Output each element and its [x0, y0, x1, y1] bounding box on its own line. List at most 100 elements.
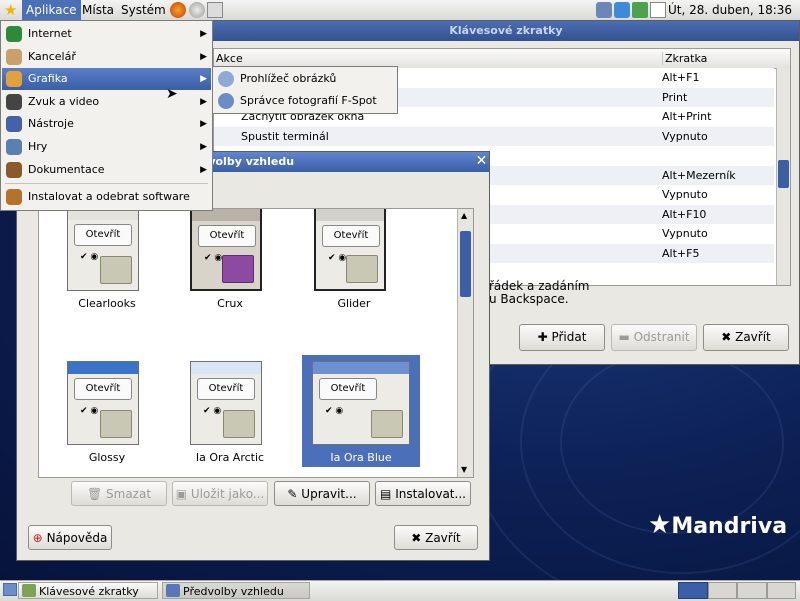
task-shortcuts[interactable]: Klávesové zkratky [18, 582, 158, 599]
graphics-submenu: Prohlížeč obrázků Správce fotografií F-Sp… [212, 66, 398, 114]
battery-icon[interactable] [632, 2, 648, 18]
task-appearance-label: Předvolby vzhledu [183, 585, 284, 598]
workspace-4[interactable] [766, 582, 796, 599]
submenu-arrow-icon: ▶ [200, 29, 207, 39]
theme-preview-open-button: Otevřít [197, 378, 255, 400]
help-icon: ⊕ [32, 531, 43, 545]
row-shortcut: Alt+F1 [662, 71, 700, 84]
add-shortcut-button[interactable]: ✚ Přidat [519, 324, 605, 351]
workspace-switcher[interactable] [678, 582, 796, 599]
workspace-1[interactable] [678, 582, 708, 599]
table-scrollbar[interactable] [776, 68, 790, 285]
office-icon [6, 48, 22, 65]
theme-name: Clearlooks [78, 297, 136, 310]
applications-menu: Internet ▶ Kancelář ▶ Grafika ▶ Zvuk a video ▶ N… [0, 20, 213, 211]
workspace-3[interactable] [737, 582, 767, 599]
install-theme-button[interactable]: ▤ Instalovat... [375, 481, 471, 506]
menu-item-grafika[interactable]: Grafika ▶ [2, 68, 211, 91]
trash-icon: 🗑 [86, 487, 103, 501]
notes-icon[interactable] [650, 2, 666, 18]
theme-item[interactable]: Otevřít ✔ ◉ Glider [306, 209, 402, 313]
column-header-shortcut[interactable]: Zkratka [662, 52, 707, 65]
menu-item-dokumentace[interactable]: Dokumentace ▶ [2, 159, 211, 181]
menu-item-zvuk-a-video[interactable]: Zvuk a video ▶ [2, 91, 211, 113]
folder-icon [371, 410, 403, 438]
globe-icon [6, 26, 22, 42]
firefox-launcher-icon[interactable] [170, 2, 186, 18]
theme-grid: Otevřít ✔ ◉ Clearlooks Otevřít ✔ ◉ Crux Otevří… [39, 209, 457, 477]
row-shortcut: Vypnuto [662, 129, 708, 143]
task-appearance[interactable]: Předvolby vzhledu [162, 582, 310, 599]
theme-item[interactable]: Otevřít ✔ ◉ Ia Ora Blue [302, 355, 420, 467]
theme-item[interactable]: Otevřít ✔ ◉ Ia Ora Arctic [182, 355, 278, 467]
row-shortcut: Alt+F5 [662, 246, 700, 260]
check-radio-icon: ✔ ◉ [80, 252, 99, 262]
menu-item-instalovat-a-odebrat-software[interactable]: Instalovat a odebrat software [2, 186, 211, 208]
network-launcher-icon[interactable] [189, 2, 205, 18]
appearance-icon [166, 584, 180, 597]
email-launcher-icon[interactable] [207, 2, 223, 18]
save-icon: ▣ [175, 487, 188, 501]
save-theme-as-button[interactable]: ▣ Uložit jako... [172, 481, 268, 506]
menu-item-label: Hry [28, 140, 48, 153]
table-row[interactable]: Spustit terminál Vypnuto [214, 126, 774, 146]
menu-item-label: Grafika [28, 72, 68, 86]
edit-theme-button[interactable]: ✎ Upravit... [274, 481, 370, 506]
theme-item[interactable]: Otevřít ✔ ◉ Clearlooks [59, 209, 155, 313]
theme-gallery: Otevřít ✔ ◉ Clearlooks Otevřít ✔ ◉ Crux Otevří… [38, 208, 474, 478]
menu-item-internet[interactable]: Internet ▶ [2, 23, 211, 45]
edit-theme-label: Upravit... [301, 487, 357, 501]
mandriva-logo-text: Mandriva [671, 514, 788, 539]
menu-places[interactable]: Místa [78, 0, 118, 20]
check-radio-icon: ✔ ◉ [204, 253, 223, 263]
help-button[interactable]: ⊕ Nápověda [28, 525, 112, 550]
clock[interactable]: Út, 28. duben, 18:36 [668, 3, 792, 17]
menu-item-kancel-[interactable]: Kancelář ▶ [2, 46, 211, 68]
row-shortcut: Alt+Mezerník [662, 168, 736, 182]
shortcuts-window-title: Klávesové zkratky [449, 24, 563, 37]
gallery-scroll-up-icon[interactable]: ▲ [461, 211, 467, 220]
theme-preview-open-button: Otevřít [198, 225, 256, 247]
menu-item-label: Internet [28, 27, 72, 40]
appearance-close-label: Zavřít [425, 531, 461, 545]
shortcuts-window-titlebar[interactable]: Klávesové zkratky [213, 21, 799, 41]
appearance-close-button[interactable]: ✖ Zavřít [394, 525, 478, 550]
column-header-action[interactable]: Akce [216, 52, 243, 65]
submenu-item-image-viewer[interactable]: Prohlížeč obrázků [214, 68, 396, 90]
scrollbar-thumb[interactable] [778, 160, 789, 188]
shortcuts-close-button[interactable]: ✖ Zavřít [703, 324, 789, 351]
menu-applications[interactable]: Aplikace [22, 0, 81, 20]
row-shortcut: Vypnuto [662, 188, 708, 201]
show-desktop-icon[interactable] [3, 583, 17, 596]
appearance-window: edvolby vzhledu ✕ Otevřít ✔ ◉ Clearlooks Ot… [16, 151, 490, 561]
gallery-scrollbar-thumb[interactable] [460, 231, 471, 297]
gallery-scrollbar[interactable]: ▲ ▼ [457, 209, 473, 477]
check-radio-icon: ✔ ◉ [203, 406, 222, 416]
submenu-arrow-icon: ▶ [200, 96, 207, 107]
row-shortcut: Alt+F10 [662, 207, 707, 221]
workspace-2[interactable] [707, 582, 737, 599]
theme-preview-titlebar [191, 362, 261, 374]
update-icon[interactable] [614, 2, 630, 18]
submenu-arrow-icon: ▶ [200, 51, 207, 62]
theme-preview-open-button: Otevřít [319, 378, 377, 400]
menu-item-n-stroje[interactable]: Nástroje ▶ [2, 113, 211, 135]
delete-theme-button[interactable]: 🗑 Smazat [71, 481, 167, 506]
theme-item[interactable]: Otevřít ✔ ◉ Glossy [59, 355, 155, 467]
theme-name: Ia Ora Arctic [195, 451, 265, 464]
theme-item[interactable]: Otevřít ✔ ◉ Crux [182, 209, 278, 313]
menu-item-hry[interactable]: Hry ▶ [2, 136, 211, 158]
shortcuts-hint-line2: u Backspace. [489, 292, 569, 306]
menu-system[interactable]: Systém [117, 0, 170, 20]
remove-shortcut-button[interactable]: ▬ Odstranit [611, 324, 697, 351]
submenu-item-f-spot[interactable]: Správce fotografií F-Spot [214, 90, 396, 112]
submenu-arrow-icon: ▶ [200, 164, 207, 175]
close-x-icon: ✖ [411, 531, 422, 545]
network-status-icon[interactable] [596, 2, 612, 18]
theme-preview: Otevřít ✔ ◉ [312, 361, 410, 445]
theme-name: Crux [217, 297, 243, 310]
mouse-cursor-icon: ➤ [166, 86, 178, 102]
appearance-close-icon[interactable]: ✕ [473, 153, 490, 170]
package-icon [6, 189, 22, 205]
gallery-scroll-down-icon[interactable]: ▼ [461, 465, 467, 474]
